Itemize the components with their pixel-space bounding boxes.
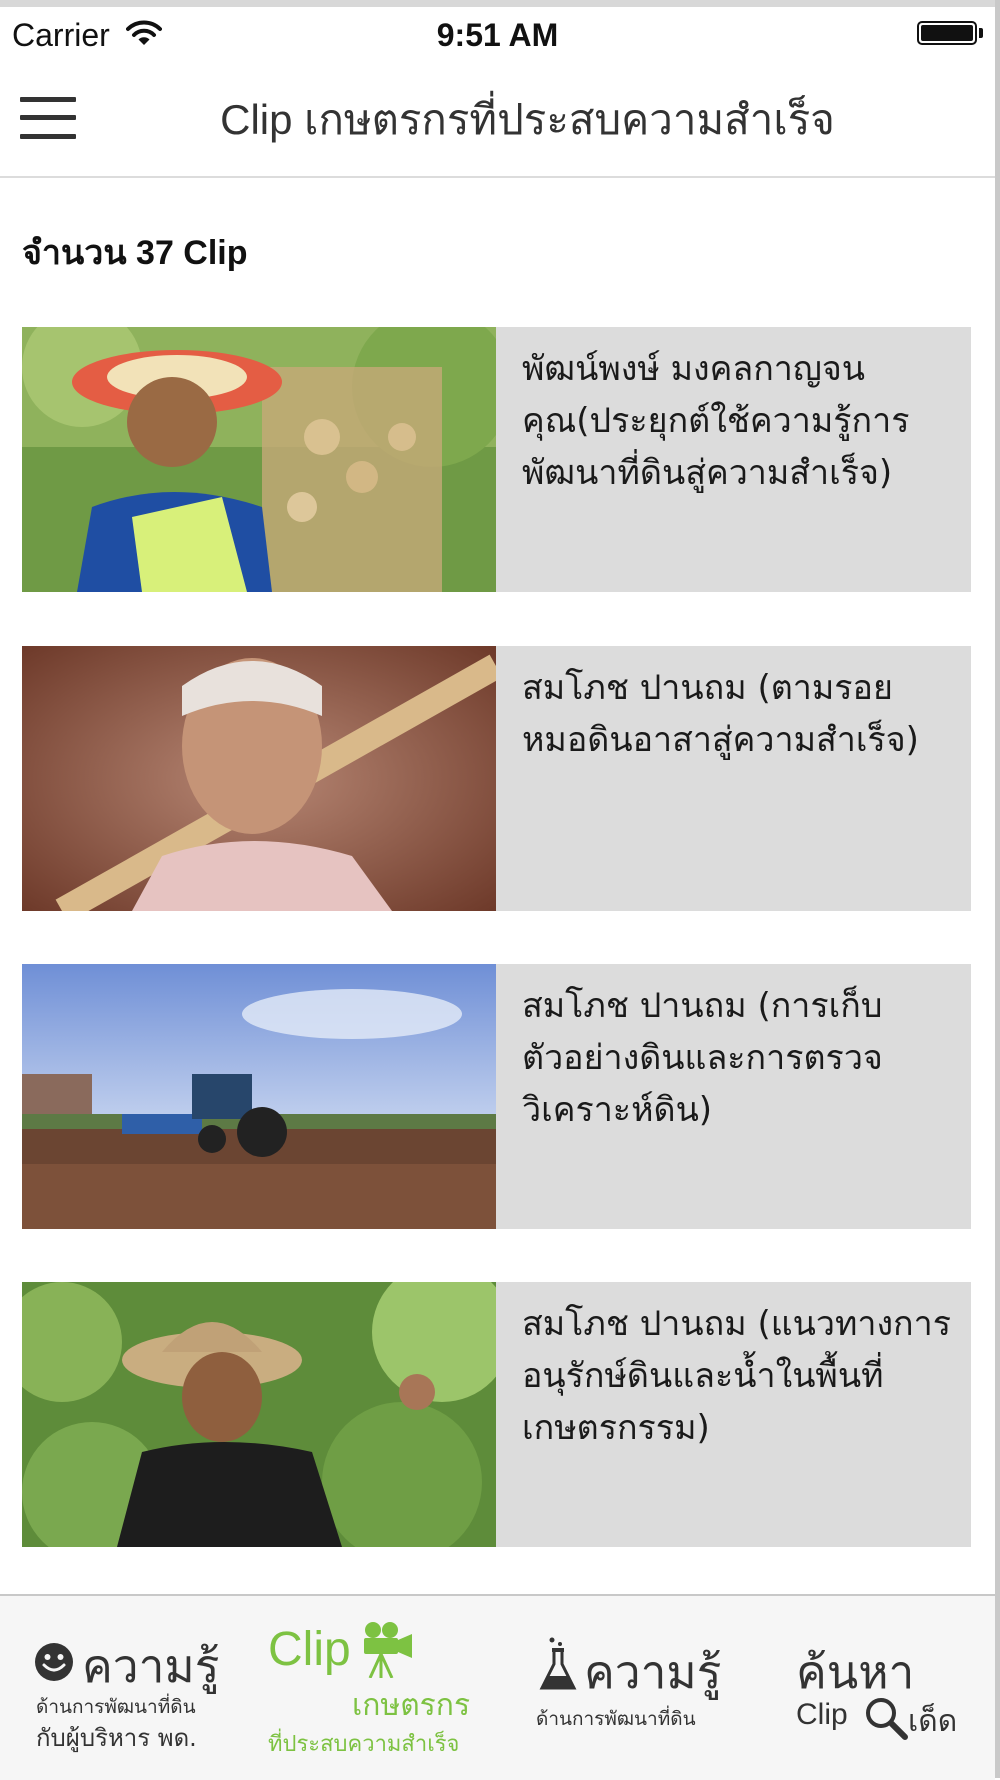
clip-title: สมโภช ปานถม (แนวทางการอนุรักษ์ดินและน้ำใ… bbox=[522, 1304, 952, 1448]
smiley-icon bbox=[35, 1643, 73, 1681]
navigation-bar: Clip เกษตรกรที่ประสบความสำเร็จ bbox=[0, 63, 995, 178]
tab-subtitle: Clip bbox=[796, 1698, 848, 1731]
tab-subtitle: กับผู้บริหาร พด. bbox=[36, 1724, 197, 1752]
top-edge bbox=[0, 0, 1000, 7]
tab-subtitle: ด้านการพัฒนาที่ดิน bbox=[536, 1708, 696, 1730]
tab-subtitle: ที่ประสบความสำเร็จ bbox=[268, 1732, 460, 1757]
video-camera-icon bbox=[364, 1622, 412, 1678]
search-icon bbox=[866, 1698, 908, 1740]
status-time: 9:51 AM bbox=[436, 17, 559, 53]
clip-thumbnail[interactable] bbox=[22, 1282, 496, 1547]
clip-title: พัฒน์พงษ์ มงคลกาญจนคุณ(ประยุกต์ใช้ความรู… bbox=[522, 349, 910, 493]
clip-thumbnail[interactable] bbox=[22, 646, 496, 911]
clip-thumbnail[interactable] bbox=[22, 327, 496, 592]
tab-knowledge-executives[interactable]: ความรู้ ด้านการพัฒนาที่ดิน กับผู้บริหาร … bbox=[20, 1596, 230, 1780]
tab-search-clip[interactable]: ค้นหา Clip เด็ด bbox=[790, 1596, 970, 1780]
battery-icon bbox=[917, 21, 977, 45]
clip-item[interactable]: สมโภช ปานถม (แนวทางการอนุรักษ์ดินและน้ำใ… bbox=[22, 1282, 971, 1547]
tab-clip-successful-farmers[interactable]: Clip เกษตรกร ที่ประสบความสำเร็จ bbox=[262, 1596, 492, 1780]
tab-subtitle: เกษตรกร bbox=[352, 1688, 471, 1723]
tab-title: Clip bbox=[268, 1623, 351, 1676]
clip-title: สมโภช ปานถม (ตามรอยหมอดินอาสาสู่ความสำเร… bbox=[522, 668, 919, 760]
clip-thumbnail[interactable] bbox=[22, 964, 496, 1229]
status-bar: Carrier 9:51 AM bbox=[0, 7, 995, 63]
clip-item[interactable]: สมโภช ปานถม (ตามรอยหมอดินอาสาสู่ความสำเร… bbox=[22, 646, 971, 911]
flask-icon bbox=[539, 1637, 577, 1690]
scroll-edge bbox=[995, 0, 1000, 1778]
tab-subtitle: เด็ด bbox=[908, 1704, 958, 1739]
clip-title: สมโภช ปานถม (การเก็บตัวอย่างดินและการตรว… bbox=[522, 986, 883, 1130]
clip-item[interactable]: สมโภช ปานถม (การเก็บตัวอย่างดินและการตรว… bbox=[22, 964, 971, 1229]
tab-bar: ความรู้ ด้านการพัฒนาที่ดิน กับผู้บริหาร … bbox=[0, 1594, 995, 1780]
tab-knowledge-land-development[interactable]: ความรู้ ด้านการพัฒนาที่ดิน bbox=[530, 1596, 730, 1780]
tab-title: ความรู้ bbox=[584, 1645, 722, 1699]
clip-count: จำนวน 37 Clip bbox=[22, 234, 248, 272]
clip-item[interactable]: พัฒน์พงษ์ มงคลกาญจนคุณ(ประยุกต์ใช้ความรู… bbox=[22, 327, 971, 592]
menu-icon[interactable] bbox=[20, 97, 76, 139]
battery-tip bbox=[979, 28, 983, 38]
page-title: Clip เกษตรกรที่ประสบความสำเร็จ bbox=[220, 96, 835, 143]
